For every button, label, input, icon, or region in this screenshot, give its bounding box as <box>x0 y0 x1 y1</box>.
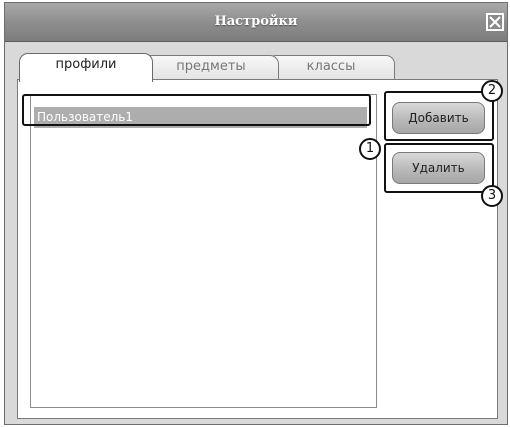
close-icon <box>489 16 501 28</box>
add-button[interactable]: Добавить <box>392 102 485 134</box>
callout-number-2: 2 <box>481 80 503 102</box>
callout-number-3: 3 <box>481 185 503 207</box>
delete-button[interactable]: Удалить <box>392 152 485 184</box>
profiles-panel: Пользователь1 1 2 3 Добавить Удалить <box>17 79 503 419</box>
tab-strip: классы предметы профили <box>5 41 507 82</box>
profiles-list[interactable]: Пользователь1 <box>30 94 377 408</box>
settings-window: Настройки классы предметы профили Пользо… <box>4 2 508 425</box>
close-button[interactable] <box>486 13 504 31</box>
window-title: Настройки <box>214 14 298 29</box>
tab-subjects[interactable]: предметы <box>143 55 279 81</box>
callout-frame-1 <box>22 94 371 126</box>
tab-profiles[interactable]: профили <box>19 53 153 82</box>
callout-number-1: 1 <box>359 138 381 160</box>
tab-classes[interactable]: классы <box>267 55 395 81</box>
title-bar[interactable]: Настройки <box>5 3 507 42</box>
